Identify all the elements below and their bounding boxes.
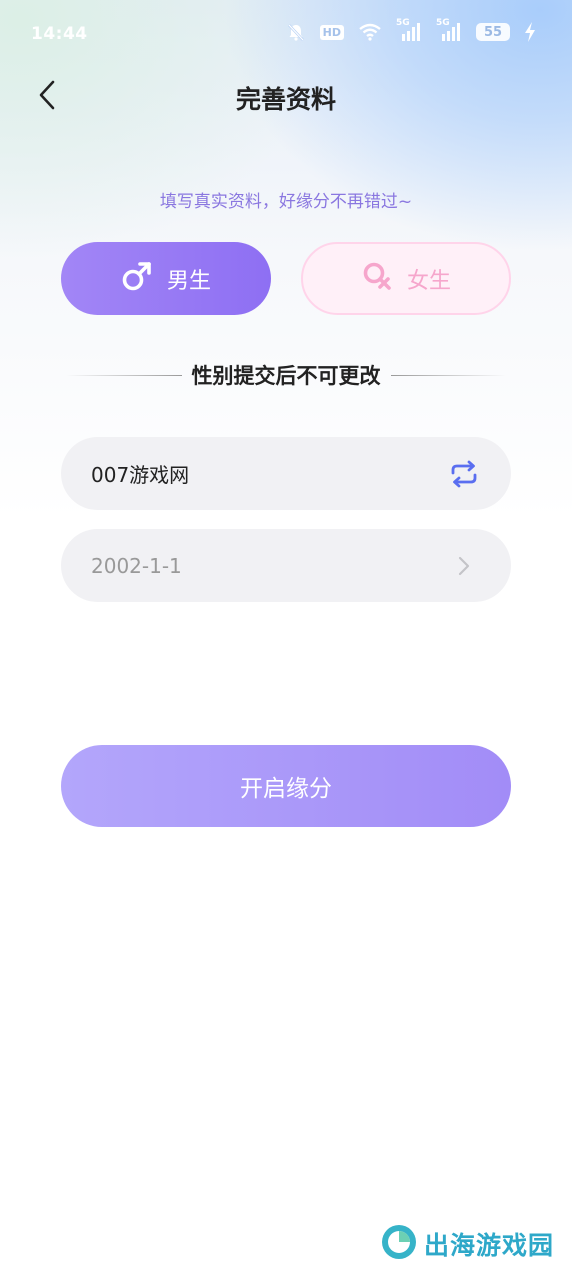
subtitle: 填写真实资料，好缘分不再错过~ (159, 192, 413, 212)
male-gender-label: 男生 (166, 268, 211, 294)
status-time: 14:44 (31, 24, 88, 44)
female-gender-button[interactable]: 女生 (301, 242, 511, 315)
watermark-text: 出海游戏园 (423, 1231, 554, 1260)
battery-icon: 55 (476, 23, 510, 41)
divider-line (390, 374, 506, 376)
signal-5g-icon: 5G (396, 18, 422, 42)
birthday-field[interactable]: 2002-1-1 (61, 529, 511, 602)
nickname-field[interactable]: 007游戏网 (61, 437, 511, 510)
status-icons: HD 5G 5G 55 (286, 18, 536, 42)
refresh-icon[interactable] (447, 457, 481, 491)
divider-line (66, 374, 182, 376)
male-symbol-icon (121, 260, 153, 298)
nickname-value[interactable]: 007游戏网 (91, 459, 189, 488)
signal-5g-icon: 5G (436, 18, 462, 42)
nav-bar: 完善资料 (0, 66, 572, 128)
start-match-button[interactable]: 开启缘分 (61, 745, 511, 827)
charging-icon (524, 22, 536, 42)
chevron-right-icon (447, 549, 481, 583)
birthday-value: 2002-1-1 (91, 553, 182, 578)
gender-notice-text: 性别提交后不可更改 (191, 364, 381, 388)
male-gender-button[interactable]: 男生 (61, 242, 271, 315)
watermark: 出海游戏园 (380, 1223, 554, 1265)
gender-notice: 性别提交后不可更改 (66, 360, 506, 390)
status-bar: 14:44 HD 5G 5G 55 (0, 0, 572, 70)
female-gender-label: 女生 (406, 268, 451, 294)
watermark-logo-icon (380, 1223, 418, 1265)
wifi-icon (358, 23, 382, 41)
bell-off-icon (286, 22, 306, 42)
hd-icon: HD (319, 24, 344, 40)
page-title: 完善资料 (235, 85, 336, 114)
female-symbol-icon (361, 260, 393, 298)
